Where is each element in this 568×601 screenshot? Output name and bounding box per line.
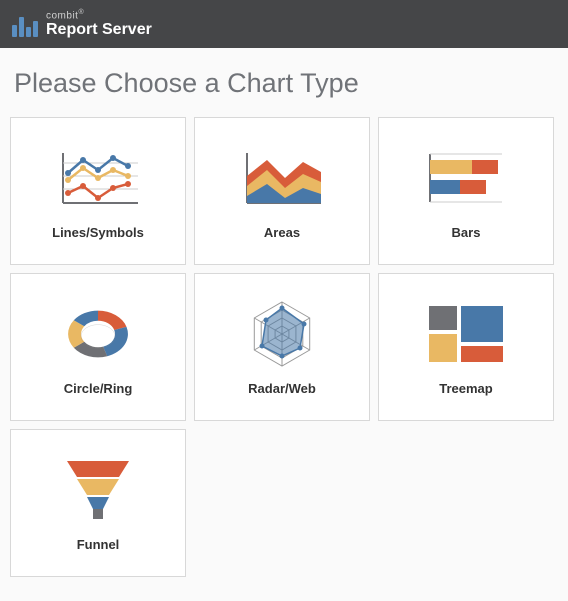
tile-areas[interactable]: Areas [194, 117, 370, 265]
tile-label: Treemap [439, 381, 492, 396]
logo: combit® Report Server [12, 9, 152, 39]
brand-name: combit [46, 11, 78, 22]
circle-ring-icon [59, 299, 137, 369]
tile-bars[interactable]: Bars [378, 117, 554, 265]
tile-treemap[interactable]: Treemap [378, 273, 554, 421]
product-name: Report Server [46, 22, 152, 39]
tile-label: Bars [452, 225, 481, 240]
treemap-icon [427, 299, 505, 369]
lines-symbols-icon [53, 143, 143, 213]
tile-label: Circle/Ring [64, 381, 133, 396]
tile-label: Funnel [77, 537, 120, 552]
brand-sup: ® [78, 9, 84, 16]
tile-radar-web[interactable]: Radar/Web [194, 273, 370, 421]
tile-circle-ring[interactable]: Circle/Ring [10, 273, 186, 421]
tile-label: Radar/Web [248, 381, 316, 396]
radar-web-icon [244, 299, 320, 369]
tile-lines-symbols[interactable]: Lines/Symbols [10, 117, 186, 265]
chart-type-grid: Lines/Symbols Areas [0, 117, 568, 577]
funnel-icon [63, 455, 133, 525]
tile-label: Lines/Symbols [52, 225, 144, 240]
logo-text: combit® Report Server [46, 9, 152, 39]
page-title: Please Choose a Chart Type [0, 48, 568, 117]
tile-funnel[interactable]: Funnel [10, 429, 186, 577]
logo-icon [12, 11, 38, 37]
header: combit® Report Server [0, 0, 568, 48]
areas-icon [239, 143, 325, 213]
tile-label: Areas [264, 225, 300, 240]
bars-icon [422, 143, 510, 213]
